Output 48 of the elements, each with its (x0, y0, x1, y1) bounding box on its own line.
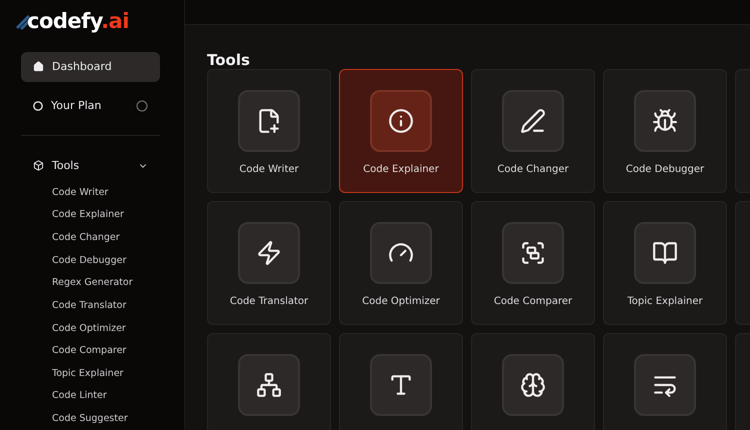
sidebar-subitem[interactable]: Code Linter (21, 384, 160, 408)
sidebar-subitem[interactable]: Regex Generator (21, 272, 160, 294)
section-title: Tools (206, 50, 251, 69)
tool-card[interactable]: Code Explainer (339, 69, 463, 193)
tool-card[interactable]: Code Debugger (603, 69, 727, 193)
tool-card[interactable]: Code Changer (471, 69, 595, 193)
bug-icon (652, 108, 678, 134)
tool-card[interactable] (339, 333, 463, 430)
squares-icon (520, 240, 546, 266)
sidebar-subitem[interactable]: Code Translator (21, 294, 160, 317)
tool-card[interactable]: Code Comparer (471, 201, 595, 325)
hierarchy-icon (256, 372, 282, 398)
nav-item[interactable]: Your Plan (21, 90, 160, 121)
pen-icon (520, 108, 546, 134)
tool-card[interactable] (207, 333, 331, 430)
tool-card[interactable] (603, 333, 727, 430)
tool-label: Code Writer (239, 164, 299, 175)
sidebar-subitem[interactable]: Code Changer (21, 226, 160, 249)
tool-card[interactable]: Code Optimizer (339, 201, 463, 325)
nav-item[interactable]: Dashboard (21, 52, 160, 82)
logo-text: codefy.ai (27, 9, 129, 34)
sidebar-subitem[interactable]: Topic Explainer (21, 362, 160, 385)
sidebar-subitem[interactable]: Code Explainer (21, 204, 160, 226)
tool-card[interactable]: Code Writer (207, 69, 331, 193)
circle-icon (33, 100, 43, 111)
tool-label: Code Changer (497, 164, 569, 175)
home-icon (33, 61, 44, 72)
sidebar-subitem[interactable]: Code Comparer (21, 339, 160, 362)
book-icon (652, 240, 678, 266)
status-circle-icon (136, 100, 148, 112)
cube-icon (33, 160, 44, 172)
sidebar-subitem[interactable]: Code Writer (21, 181, 160, 204)
tool-label: Code Explainer (363, 164, 439, 175)
tool-label: Code Optimizer (362, 296, 440, 307)
tool-label: Code Debugger (626, 164, 704, 175)
tool-card[interactable]: Topic Explainer (603, 201, 727, 325)
info-icon (388, 108, 414, 134)
sidebar-subitem[interactable]: Code Optimizer (21, 316, 160, 340)
tool-card[interactable] (471, 333, 595, 430)
sidebar-subitem[interactable]: Code Suggester (21, 407, 160, 430)
tool-card[interactable]: Code Translator (207, 201, 331, 325)
nav-item[interactable]: Tools (21, 150, 160, 182)
sidebar-subitem[interactable]: Code Debugger (21, 248, 160, 272)
lightning-icon (256, 240, 282, 266)
tool-label: Topic Explainer (627, 296, 703, 307)
tool-label: Code Translator (230, 296, 308, 307)
tool-label: Code Comparer (494, 296, 572, 307)
brain-icon (520, 372, 546, 398)
